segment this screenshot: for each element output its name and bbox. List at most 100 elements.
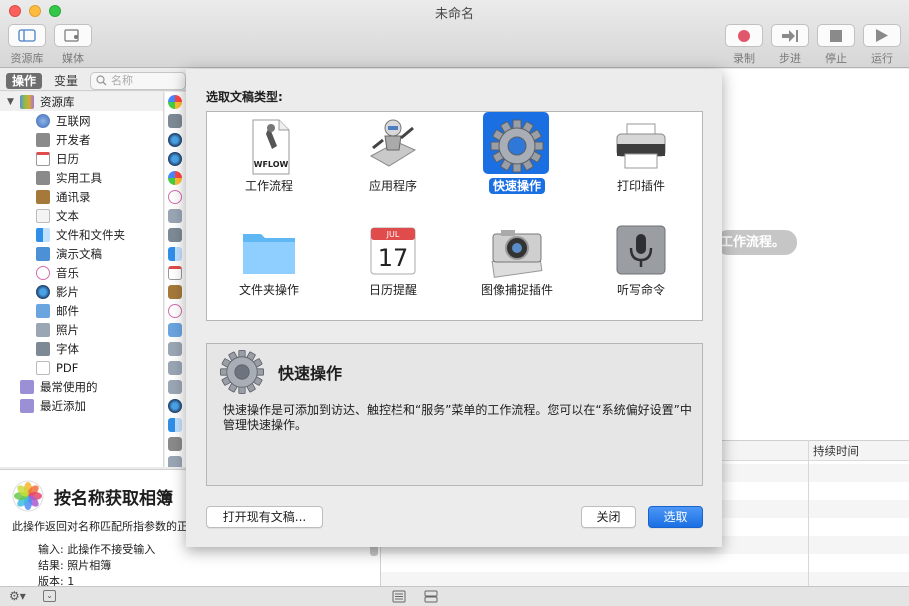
- toolbar-library-button[interactable]: 资源库: [7, 24, 47, 66]
- tree-item-utilities[interactable]: 实用工具: [0, 168, 163, 187]
- description-title: 按名称获取相簿: [54, 489, 173, 509]
- type-folder-action[interactable]: 文件夹操作: [207, 216, 331, 316]
- tree-group-recently-added[interactable]: 最近添加: [0, 396, 163, 415]
- detail-title: 快速操作: [278, 364, 343, 383]
- toolbar-run-label: 运行: [871, 52, 893, 65]
- type-quick-action[interactable]: 快速操作: [455, 112, 579, 212]
- open-existing-document-button[interactable]: 打开现有文稿...: [206, 506, 323, 528]
- photos-icon: [12, 480, 44, 512]
- show-description-icon[interactable]: ⌄: [43, 590, 56, 602]
- disclosure-triangle-icon[interactable]: ▼: [7, 97, 16, 107]
- toolbar-stop-button[interactable]: 停止: [816, 24, 856, 66]
- font-book-icon[interactable]: [168, 114, 182, 128]
- camera-icon: [491, 230, 543, 278]
- photos-icon[interactable]: [168, 95, 182, 109]
- quicktime-icon[interactable]: [168, 152, 182, 166]
- quicktime-icon[interactable]: [168, 133, 182, 147]
- preview-icon[interactable]: [168, 456, 182, 467]
- preview-icon[interactable]: [168, 361, 182, 375]
- sheet-heading: 选取文稿类型:: [206, 90, 283, 104]
- font-book-icon[interactable]: [168, 228, 182, 242]
- tree-item-presentations[interactable]: 演示文稿: [0, 244, 163, 263]
- description-input-row: 输入: 此操作不接受输入: [38, 543, 156, 556]
- action-list: [165, 92, 186, 467]
- toolbar-stop-label: 停止: [825, 52, 847, 65]
- type-workflow[interactable]: WFLOW 工作流程: [207, 112, 331, 212]
- globe-icon: [36, 113, 50, 128]
- stop-icon: [830, 29, 842, 42]
- tree-root-library[interactable]: ▼ 资源库: [0, 92, 163, 111]
- tree-item-internet[interactable]: 互联网: [0, 111, 163, 130]
- preview-icon[interactable]: [168, 380, 182, 394]
- folder-icon: [243, 234, 295, 274]
- tree-item-label: 通讯录: [56, 189, 91, 204]
- type-image-capture-plugin[interactable]: 图像捕捉插件: [455, 216, 579, 316]
- tree-item-files-folders[interactable]: 文件和文件夹: [0, 225, 163, 244]
- library-search-input[interactable]: 名称: [90, 72, 186, 90]
- finder-icon[interactable]: [168, 247, 182, 261]
- type-label: 打印插件: [616, 179, 665, 193]
- gear-menu-icon[interactable]: ⚙︎▾: [9, 589, 26, 603]
- type-application[interactable]: 应用程序: [331, 112, 455, 212]
- mail-icon[interactable]: [168, 323, 182, 337]
- tree-item-movies[interactable]: 影片: [0, 282, 163, 301]
- library-tab-bar: 操作 变量 名称: [0, 69, 186, 91]
- toolbar-media-button[interactable]: 媒体: [53, 24, 93, 66]
- tree-item-developer[interactable]: 开发者: [0, 130, 163, 149]
- tools-icon[interactable]: [168, 437, 182, 451]
- toolbar-step-button[interactable]: 步进: [770, 24, 810, 66]
- contacts-icon[interactable]: [168, 285, 182, 299]
- tree-item-pdf[interactable]: PDF: [0, 358, 163, 377]
- list-view-icon[interactable]: [392, 590, 406, 603]
- step-icon: [782, 29, 798, 42]
- tree-item-contacts[interactable]: 通讯录: [0, 187, 163, 206]
- tree-item-label: 日历: [56, 151, 79, 166]
- type-calendar-alarm[interactable]: JUL 17 日历提醒: [331, 216, 455, 316]
- toolbar-run-button[interactable]: 运行: [862, 24, 902, 66]
- finder-icon: [36, 227, 50, 242]
- choose-button[interactable]: 选取: [648, 506, 703, 528]
- font-book-icon: [36, 341, 50, 356]
- calendar-icon: [36, 151, 50, 166]
- type-print-plugin[interactable]: 打印插件: [579, 112, 703, 212]
- toolbar-record-button[interactable]: 录制: [724, 24, 764, 66]
- detail-text: 快速操作是可添加到访达、触控栏和“服务”菜单的工作流程。您可以在“系统偏好设置”…: [223, 403, 692, 432]
- microphone-icon: [616, 225, 666, 275]
- close-button[interactable]: 关闭: [581, 506, 636, 528]
- music-icon: [36, 265, 50, 280]
- tree-item-photos[interactable]: 照片: [0, 320, 163, 339]
- description-version-row: 版本: 1: [38, 575, 75, 586]
- tools-icon: [36, 170, 50, 185]
- log-column-divider[interactable]: [808, 440, 809, 586]
- gear-icon: [220, 350, 264, 394]
- tree-item-calendar[interactable]: 日历: [0, 149, 163, 168]
- photos-icon[interactable]: [168, 171, 182, 185]
- type-label: 听写命令: [616, 283, 665, 297]
- calendar-icon[interactable]: [168, 266, 182, 280]
- preview-icon[interactable]: [168, 209, 182, 223]
- log-view-icon[interactable]: [424, 590, 438, 603]
- tab-variables[interactable]: 变量: [48, 73, 84, 89]
- finder-icon[interactable]: [168, 418, 182, 432]
- tree-item-label: 开发者: [56, 132, 91, 147]
- log-row: [380, 572, 909, 586]
- toolbar-library-label: 资源库: [10, 52, 44, 65]
- type-dictation-command[interactable]: 听写命令: [579, 216, 703, 316]
- preview-icon[interactable]: [168, 342, 182, 356]
- log-column-duration[interactable]: 持续时间: [813, 443, 859, 459]
- tab-actions[interactable]: 操作: [6, 73, 43, 89]
- music-icon[interactable]: [168, 190, 182, 204]
- quicktime-icon[interactable]: [168, 399, 182, 413]
- tree-item-music[interactable]: 音乐: [0, 263, 163, 282]
- gear-icon: [490, 119, 544, 173]
- printer-icon: [616, 123, 666, 169]
- tree-item-text[interactable]: 文本: [0, 206, 163, 225]
- tree-item-mail[interactable]: 邮件: [0, 301, 163, 320]
- calendar-day: 17: [378, 244, 409, 272]
- tree-group-most-used[interactable]: 最常使用的: [0, 377, 163, 396]
- calendar-icon: JUL 17: [370, 227, 416, 275]
- tree-item-fonts[interactable]: 字体: [0, 339, 163, 358]
- pane-divider[interactable]: [380, 547, 381, 586]
- music-icon[interactable]: [168, 304, 182, 318]
- application-robot-icon: [369, 119, 417, 167]
